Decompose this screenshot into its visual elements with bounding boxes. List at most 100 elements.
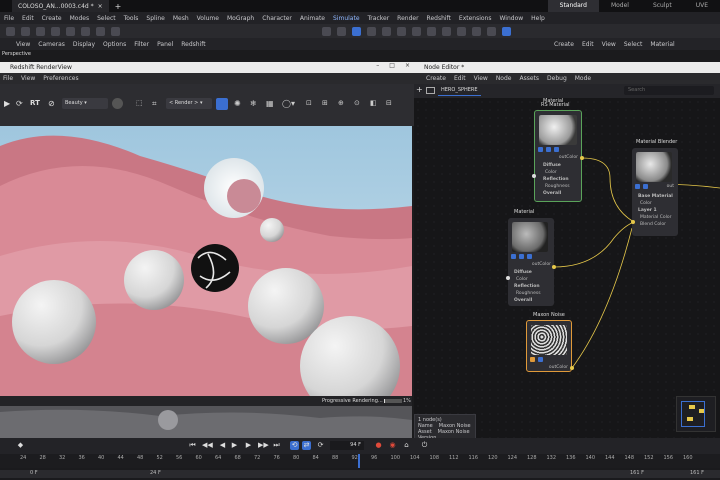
file-tab[interactable]: COLOSO_AN...0003.c4d * × [12,0,109,12]
blender-port-layer1[interactable]: Layer 1 [638,208,657,213]
undo-icon[interactable] [6,26,15,36]
goto-end-icon[interactable]: ⏭ [272,441,281,450]
blender-port-color[interactable]: Color [640,201,652,206]
transform-icon[interactable] [111,26,120,36]
material-port-roughness[interactable]: Roughness [516,291,541,296]
snowflake-icon[interactable]: ❄ [250,98,257,109]
attr-menu-view[interactable]: View [602,41,616,48]
blender-port-material-color[interactable]: Material Color [640,215,671,220]
render-view-icon[interactable] [457,26,466,36]
attr-menu-material[interactable]: Material [650,41,674,48]
menu-select[interactable]: Select [97,15,116,22]
record-icon[interactable]: ● [374,441,383,450]
material-port-color[interactable]: Color [516,277,528,282]
minimap-viewport[interactable] [681,401,705,427]
rt-toggle[interactable]: RT [30,98,40,109]
play-icon[interactable]: ▶ [230,441,239,450]
prev-frame-icon[interactable]: ◀ [218,441,227,450]
range-mid[interactable]: 24 F [150,470,161,476]
range-start[interactable]: 0 F [30,470,38,476]
menu-character[interactable]: Character [262,15,292,22]
ne-menu-edit[interactable]: Edit [454,75,466,82]
menu-tracker[interactable]: Tracker [368,15,390,22]
deformer-icon[interactable] [382,26,391,36]
rs-material-port-diffuse[interactable]: Diffuse [543,163,561,168]
node-minimap[interactable] [676,396,716,432]
refresh-icon[interactable]: ⟳ [16,98,23,109]
lock-icon[interactable]: ⊟ [386,98,392,109]
live-select-icon[interactable] [96,26,105,36]
autokey-icon[interactable]: ◉ [388,441,397,450]
scene-icon[interactable] [412,26,421,36]
redshift-icon[interactable] [502,26,511,36]
blender-port-blend-color[interactable]: Blend Color [640,222,666,227]
bottom-viewport[interactable] [0,406,412,438]
sun-icon[interactable]: ✺ [234,98,241,109]
layout-tab-model[interactable]: Model [599,0,641,12]
material-port-reflection[interactable]: Reflection [514,284,540,289]
grid-icon[interactable]: ▦ [266,98,274,109]
layout-tab-sculpt[interactable]: Sculpt [641,0,684,12]
maxon-noise-node[interactable]: Maxon Noise outColor [526,312,572,372]
pen-icon[interactable] [337,26,346,36]
rs-material-port-reflection[interactable]: Reflection [543,177,569,182]
vp-menu-cameras[interactable]: Cameras [38,41,65,48]
power-icon[interactable]: ⏻ [420,441,429,450]
fit-icon[interactable]: ⊞ [322,98,328,109]
prev-key-icon[interactable]: ◀◀ [202,441,213,450]
rs-material-port-color[interactable]: Color [545,170,557,175]
rv-menu-file[interactable]: File [3,75,13,82]
menu-render[interactable]: Render [397,15,418,22]
add-tab-icon[interactable]: + [115,2,122,11]
snapshot-icon[interactable] [216,98,228,110]
add-node-icon[interactable]: + [416,85,423,94]
renderview-titlebar[interactable]: Redshift RenderView – □ × [0,62,414,73]
layout-tab-uv[interactable]: UVE [684,0,720,12]
menu-animate[interactable]: Animate [300,15,325,22]
ne-menu-view[interactable]: View [474,75,488,82]
menu-mesh[interactable]: Mesh [173,15,189,22]
menu-simulate[interactable]: Simulate [333,15,360,22]
menu-tools[interactable]: Tools [124,15,139,22]
vp-menu-redshift[interactable]: Redshift [181,41,205,48]
menu-help[interactable]: Help [531,15,545,22]
node-search-input[interactable]: Search [624,86,714,95]
frame-range-bar[interactable]: 0 F 24 F 161 F 161 F [0,468,720,480]
material-port-overall[interactable]: Overall [514,298,532,303]
attr-menu-select[interactable]: Select [624,41,643,48]
ne-menu-mode[interactable]: Mode [575,75,591,82]
menu-mograph[interactable]: MoGraph [227,15,254,22]
breadcrumb[interactable]: HERO_SPHERE [438,86,481,96]
next-key-icon[interactable]: ▶▶ [258,441,269,450]
material-out[interactable]: outColor [532,262,551,267]
layout-tab-standard[interactable]: Standard [547,0,599,12]
minimize-icon[interactable]: – [376,62,379,69]
render-camera-dropdown[interactable]: < Render > ▾ [166,98,212,109]
rv-menu-view[interactable]: View [21,75,35,82]
vp-menu-view[interactable]: View [16,41,30,48]
vp-menu-filter[interactable]: Filter [134,41,149,48]
color-picker-icon[interactable] [112,98,123,109]
timeline-ruler[interactable]: 24 28 32 36 40 44 48 52 56 60 64 68 72 76 80 84 88 92 96 10… [0,454,720,468]
move-icon[interactable] [51,26,60,36]
subdivision-icon[interactable] [352,26,361,36]
scale-icon[interactable] [66,26,75,36]
menu-modes[interactable]: Modes [70,15,89,22]
ne-menu-create[interactable]: Create [426,75,446,82]
cloner-icon[interactable] [367,26,376,36]
menu-file[interactable]: File [4,15,14,22]
material-icon[interactable] [426,87,435,94]
material-blender-out[interactable]: out [667,184,674,189]
region-icon[interactable]: ⬚ [136,98,143,109]
keyframe-icon[interactable]: ◆ [16,441,25,450]
zoom-icon[interactable]: ⊕ [338,98,344,109]
compare-icon[interactable]: ◧ [370,98,377,109]
keyframe-selection-icon[interactable]: ⌂ [402,441,411,450]
circle-icon[interactable]: ◯▾ [282,98,295,109]
light-icon[interactable] [442,26,451,36]
current-frame-field[interactable]: 94 F [330,441,364,450]
material-node[interactable]: Material outColor Diffuse Color Reflecti… [508,209,554,306]
node-canvas[interactable]: Material RS Material outColor Diffuse Co… [414,98,720,438]
maximize-icon[interactable]: □ [389,62,395,69]
material-blender-node[interactable]: Material Blender out Base Material Color… [632,139,678,236]
